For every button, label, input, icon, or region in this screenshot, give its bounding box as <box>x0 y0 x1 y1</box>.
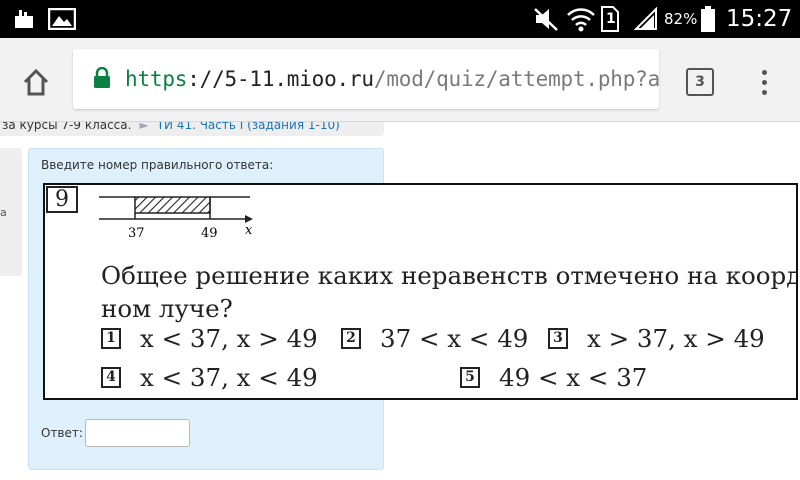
tab-count: 3 <box>695 74 705 90</box>
option-4-text: x < 37, x < 49 <box>140 363 318 392</box>
option-5: 5 49 < x < 37 <box>460 363 647 392</box>
image-notification-icon <box>48 0 76 38</box>
tab-switcher-button[interactable]: 3 <box>686 68 714 96</box>
option-2-text: 37 < x < 49 <box>380 324 529 353</box>
question-line-1: Общее решение каких неравенств отмечено … <box>101 261 798 290</box>
option-5-number: 5 <box>460 367 480 388</box>
page-content: за курсы 7-9 класса. ► ТИ 41. Часть I (зад… <box>0 122 800 480</box>
breadcrumb-separator: ► <box>139 122 149 132</box>
question-line-2: ном луче? <box>101 294 233 323</box>
option-2-number: 2 <box>341 328 361 349</box>
menu-icon[interactable] <box>752 62 776 102</box>
answer-input[interactable] <box>85 419 190 447</box>
url-path: /mod/quiz/attempt.php?att <box>373 67 659 91</box>
url-text: https://5-11.mioo.ru/mod/quiz/attempt.ph… <box>125 49 659 109</box>
problem-image: 9 37 49 x Общее решение каких неравенств… <box>43 183 798 400</box>
question-info-text: а <box>0 206 7 219</box>
question-info-card: а <box>0 148 22 276</box>
number-line-label-37: 37 <box>128 226 145 241</box>
breadcrumb-course[interactable]: за курсы 7-9 класса. <box>0 122 131 132</box>
answer-prompt: Введите номер правильного ответа: <box>41 158 274 172</box>
option-4-number: 4 <box>101 367 121 388</box>
option-5-text: 49 < x < 37 <box>499 363 648 392</box>
home-icon <box>23 68 49 96</box>
wifi-icon <box>566 0 596 38</box>
option-3: 3 x > 37, x > 49 <box>548 324 765 353</box>
battery-icon <box>700 0 716 38</box>
home-button[interactable] <box>14 60 58 104</box>
option-1-number: 1 <box>101 328 121 349</box>
battery-percent: 82% <box>664 10 698 28</box>
url-host: ://5-11.mioo.ru <box>187 67 374 91</box>
answer-label: Ответ: <box>41 426 83 440</box>
number-line-axis-label: x <box>245 223 253 238</box>
question-text: Общее решение каких неравенств отмечено … <box>101 259 798 325</box>
sim-slot-number: 1 <box>606 11 616 27</box>
problem-number: 9 <box>46 186 78 213</box>
number-line: 37 49 x <box>99 196 253 241</box>
option-2: 2 37 < x < 49 <box>341 324 528 353</box>
mute-icon <box>533 0 561 38</box>
url-scheme: https <box>125 67 188 91</box>
option-1: 1 x < 37, x > 49 <box>101 324 318 353</box>
status-bar: 1 82% 15:27 <box>0 0 800 38</box>
address-bar[interactable]: https://5-11.mioo.ru/mod/quiz/attempt.ph… <box>73 49 659 109</box>
option-1-text: x < 37, x > 49 <box>140 324 318 353</box>
option-4: 4 x < 37, x < 49 <box>101 363 318 392</box>
signal-icon <box>634 0 658 38</box>
clock: 15:27 <box>726 6 793 32</box>
browser-toolbar: https://5-11.mioo.ru/mod/quiz/attempt.ph… <box>0 38 800 122</box>
number-line-label-49: 49 <box>201 226 218 241</box>
breadcrumb: за курсы 7-9 класса. ► ТИ 41. Часть I (зад… <box>0 122 384 136</box>
lock-icon <box>94 67 110 88</box>
notification-icon <box>12 0 36 38</box>
option-3-text: x > 37, x > 49 <box>587 324 765 353</box>
option-3-number: 3 <box>548 328 568 349</box>
breadcrumb-quiz[interactable]: ТИ 41. Часть I (задания 1-10) <box>157 122 340 132</box>
